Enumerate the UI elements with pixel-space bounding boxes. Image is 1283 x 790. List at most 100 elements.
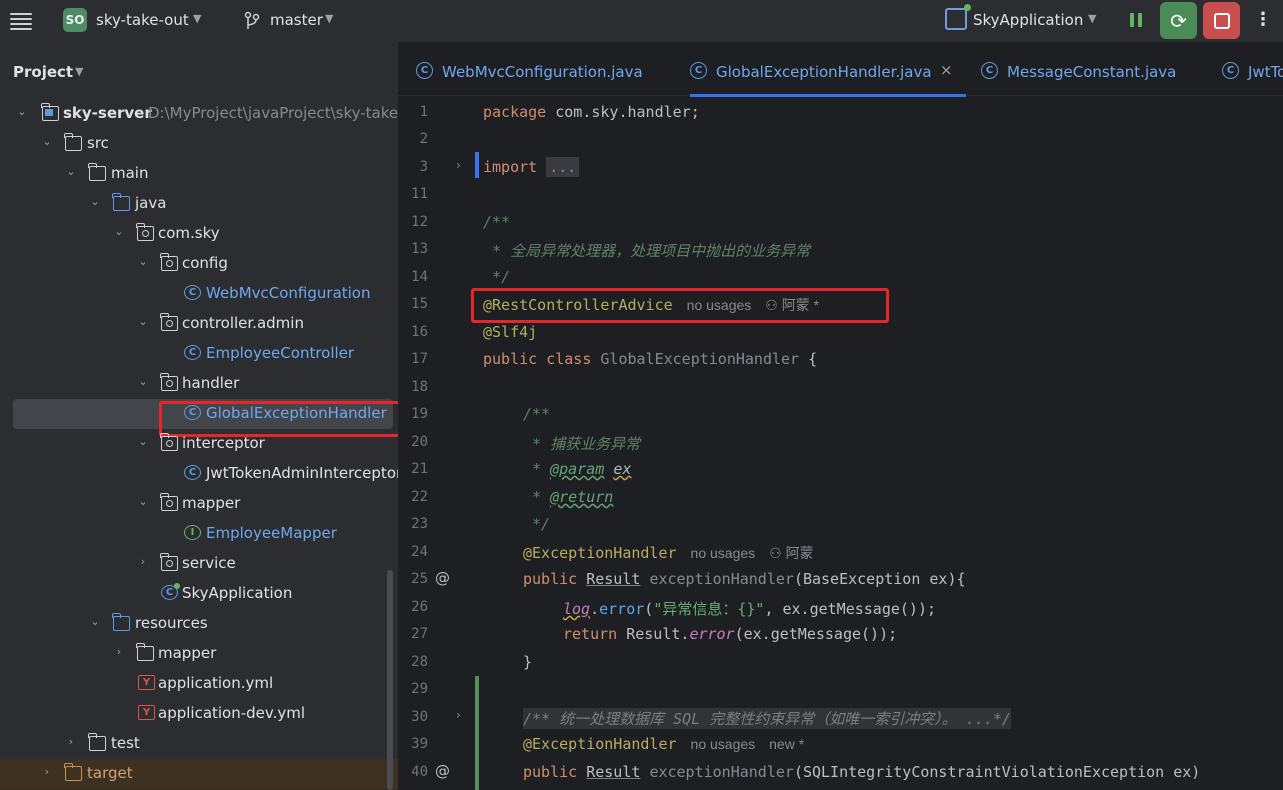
annotation: @ExceptionHandler xyxy=(523,544,677,562)
chevron-down-icon[interactable]: ⌄ xyxy=(40,135,54,148)
line-number: 27 xyxy=(411,626,428,642)
chevron-down-icon[interactable]: ▼ xyxy=(75,65,83,78)
tree-item-skyapplication[interactable]: C SkyApplication xyxy=(0,579,398,609)
code-area[interactable]: 1 package com.sky.handler; 2 3 › import … xyxy=(398,97,1283,790)
tab-label: GlobalExceptionHandler.java xyxy=(716,63,932,81)
tree-item-test[interactable]: › test xyxy=(0,729,398,759)
folded-doc-comment[interactable]: /** 统一处理数据库 SQL 完整性约束异常（如唯一索引冲突）。 ...*/ xyxy=(523,708,1011,729)
title-bar: SO sky-take-out ▼ master ▼ SkyApplicatio… xyxy=(0,0,1283,42)
chevron-right-icon[interactable]: › xyxy=(40,765,54,778)
line-number: 1 xyxy=(419,104,428,120)
tree-item-com-sky[interactable]: ⌄ com.sky xyxy=(0,219,398,249)
tab-webmvcconfiguration[interactable]: C WebMvcConfiguration.java xyxy=(416,42,661,96)
chevron-down-icon[interactable]: ⌄ xyxy=(112,225,126,238)
tree-item-label: sky-server xyxy=(63,104,152,122)
tree-item-application-yml[interactable]: Y application.yml xyxy=(0,669,398,699)
fold-expand-icon[interactable]: › xyxy=(456,158,461,172)
class-icon: C xyxy=(184,465,201,480)
panel-title[interactable]: Project xyxy=(13,63,73,81)
tree-item-interceptor[interactable]: ⌄ interceptor xyxy=(0,429,398,459)
author-hint[interactable]: ⚇ 阿蒙 xyxy=(769,545,813,561)
line-number: 24 xyxy=(411,544,428,560)
chevron-right-icon[interactable]: › xyxy=(136,555,150,568)
bean-annotation-gutter-icon[interactable]: @ xyxy=(435,569,450,587)
tree-item-target[interactable]: › target xyxy=(0,759,398,789)
tree-item-resources[interactable]: ⌄ resources xyxy=(0,609,398,639)
close-icon[interactable]: × xyxy=(940,61,953,79)
tree-item-webmvcconfiguration[interactable]: C WebMvcConfiguration xyxy=(0,279,398,309)
line-number: 13 xyxy=(411,241,428,257)
tree-item-main[interactable]: ⌄ main xyxy=(0,159,398,189)
tree-item-java[interactable]: ⌄ java xyxy=(0,189,398,219)
class-name: GlobalExceptionHandler xyxy=(600,350,800,368)
package-icon xyxy=(136,223,154,241)
chevron-down-icon[interactable]: ⌄ xyxy=(136,375,150,388)
rerun-icon[interactable]: ⟳ xyxy=(1160,2,1197,39)
bean-annotation-gutter-icon[interactable]: @ xyxy=(435,762,450,780)
chevron-down-icon[interactable]: ▼ xyxy=(325,12,333,25)
code-line: 39 @ExceptionHandler no usages new * xyxy=(398,731,1283,758)
line-number: 14 xyxy=(411,269,428,285)
tree-item-service[interactable]: › service xyxy=(0,549,398,579)
chevron-right-icon[interactable]: › xyxy=(112,645,126,658)
tree-item-src[interactable]: ⌄ src xyxy=(0,129,398,159)
chevron-down-icon[interactable]: ⌄ xyxy=(136,495,150,508)
tree-item-employeecontroller[interactable]: C EmployeeController xyxy=(0,339,398,369)
line-number: 2 xyxy=(419,131,428,147)
git-branch-icon[interactable] xyxy=(244,11,260,31)
tab-label: WebMvcConfiguration.java xyxy=(442,63,643,81)
code-line: 21 * @param ex xyxy=(398,456,1283,483)
tab-messageconstant[interactable]: C MessageConstant.java xyxy=(981,42,1191,96)
tree-item-sky-server[interactable]: ⌄ sky-server D:\MyProject\javaProject\sk… xyxy=(0,99,398,129)
chevron-down-icon[interactable]: ⌄ xyxy=(64,165,78,178)
tree-item-controller-admin[interactable]: ⌄ controller.admin xyxy=(0,309,398,339)
stop-icon[interactable] xyxy=(1203,2,1240,39)
pause-icon[interactable] xyxy=(1126,10,1146,30)
run-configuration-name[interactable]: SkyApplication xyxy=(973,11,1083,29)
tree-item-application-dev-yml[interactable]: Y application-dev.yml xyxy=(0,699,398,729)
tree-item-jwttokenadmininterceptor[interactable]: C JwtTokenAdminInterceptor xyxy=(0,459,398,489)
user-icon: ⚇ xyxy=(769,545,786,561)
usages-hint[interactable]: no usages xyxy=(691,545,756,561)
tree-item-handler[interactable]: ⌄ handler xyxy=(0,369,398,399)
fold-expand-icon[interactable]: › xyxy=(456,708,461,722)
tree-item-config[interactable]: ⌄ config xyxy=(0,249,398,279)
folded-imports[interactable]: ... xyxy=(546,157,580,177)
project-name[interactable]: sky-take-out xyxy=(96,11,189,29)
author-name: 阿蒙 xyxy=(785,545,814,561)
chevron-right-icon[interactable]: › xyxy=(64,735,78,748)
line-number: 29 xyxy=(411,681,428,697)
tab-globalexceptionhandler[interactable]: C GlobalExceptionHandler.java × xyxy=(690,42,966,97)
chevron-down-icon[interactable]: ▼ xyxy=(1088,12,1096,25)
tree-item-employeemapper[interactable]: I EmployeeMapper xyxy=(0,519,398,549)
interface-icon: I xyxy=(184,525,201,540)
vertical-scrollbar[interactable] xyxy=(387,570,393,790)
chevron-down-icon[interactable]: ▼ xyxy=(193,12,201,25)
author-hint[interactable]: new * xyxy=(769,736,804,752)
more-vertical-icon[interactable]: ⋮ xyxy=(1254,9,1272,30)
tree-item-label: main xyxy=(111,164,149,182)
tree-item-label: service xyxy=(182,554,236,572)
chevron-down-icon[interactable]: ⌄ xyxy=(136,435,150,448)
module-folder-icon xyxy=(41,103,59,121)
chevron-down-icon[interactable]: ⌄ xyxy=(136,315,150,328)
tree-item-label: WebMvcConfiguration xyxy=(206,284,371,302)
doc-comment: */ xyxy=(483,268,511,286)
method-name: exceptionHandler xyxy=(649,763,794,781)
line-number: 19 xyxy=(411,406,428,422)
branch-name[interactable]: master xyxy=(270,11,323,29)
tab-jwt[interactable]: C JwtTo xyxy=(1222,42,1283,96)
chevron-down-icon[interactable]: ⌄ xyxy=(88,615,102,628)
run-configuration-icon[interactable] xyxy=(945,4,971,30)
tree-item-mapper-package[interactable]: ⌄ mapper xyxy=(0,489,398,519)
code-line: 25 @ public Result exceptionHandler(Base… xyxy=(398,566,1283,593)
usages-hint[interactable]: no usages xyxy=(691,736,756,752)
tree-item-mapper-folder[interactable]: › mapper xyxy=(0,639,398,669)
chevron-down-icon[interactable]: ⌄ xyxy=(15,105,29,118)
chevron-down-icon[interactable]: ⌄ xyxy=(136,255,150,268)
hamburger-menu-icon[interactable] xyxy=(10,10,32,32)
project-badge[interactable]: SO xyxy=(63,8,87,32)
chevron-down-icon[interactable]: ⌄ xyxy=(88,195,102,208)
code-text: (BaseException ex){ xyxy=(793,570,966,588)
class-icon: C xyxy=(416,62,433,79)
